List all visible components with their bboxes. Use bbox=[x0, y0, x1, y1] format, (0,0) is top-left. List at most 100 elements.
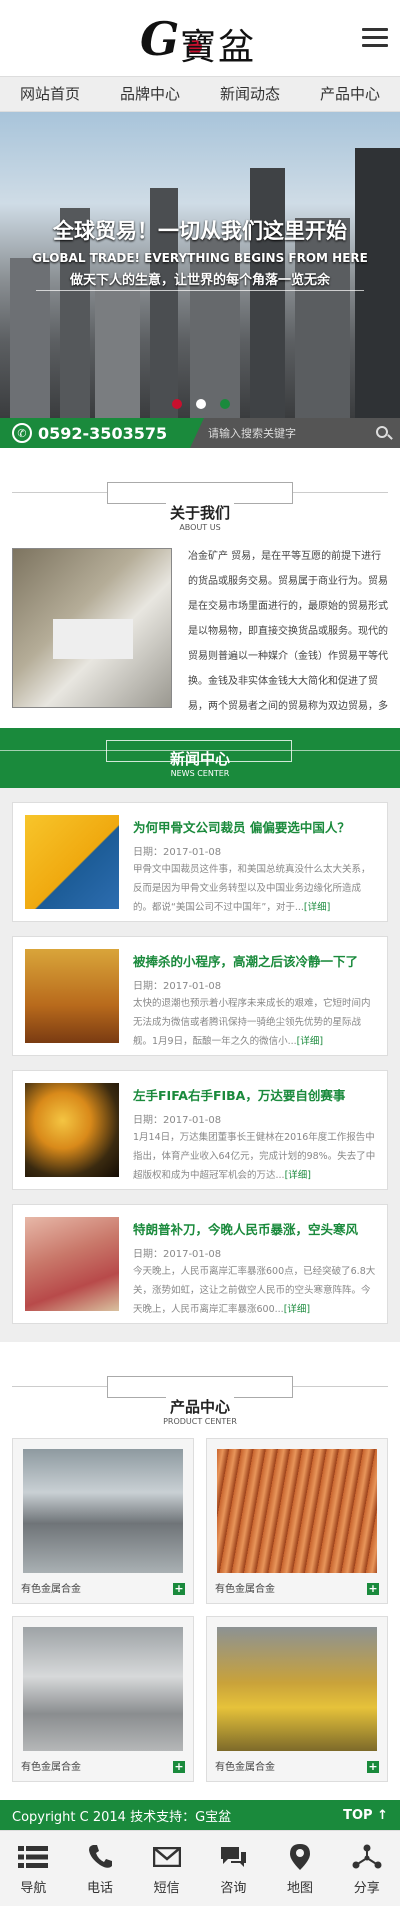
news-section-title: 新闻中心 NEWS CENTER bbox=[0, 728, 400, 788]
nav-item-home[interactable]: 网站首页 bbox=[0, 77, 100, 111]
news-item[interactable]: 特朗普补刀，今晚人民币暴涨，空头寒风 日期：2017-01-08 今天晚上，人民… bbox=[12, 1204, 388, 1324]
about-section: 冶金矿产 贸易，是在平等互愿的前提下进行的货品或服务交易。贸易属于商业行为。贸易… bbox=[0, 544, 400, 728]
more-link[interactable]: [详细] bbox=[304, 902, 330, 913]
product-label: 有色金属合金 bbox=[215, 1762, 275, 1773]
carousel-dot[interactable] bbox=[196, 399, 206, 409]
date-label: 日期： bbox=[133, 847, 163, 858]
product-label: 有色金属合金 bbox=[21, 1762, 81, 1773]
about-office-image bbox=[12, 548, 172, 708]
bottom-nav-sms[interactable]: 短信 bbox=[133, 1831, 200, 1906]
title-frame bbox=[107, 1376, 293, 1398]
news-subtitle: NEWS CENTER bbox=[170, 769, 230, 778]
phone-number: 0592-3503575 bbox=[38, 423, 168, 443]
news-item-date: 日期：2017-01-08 bbox=[133, 843, 221, 858]
contact-search-bar: ✆ 0592-3503575 bbox=[0, 418, 400, 448]
share-icon bbox=[333, 1843, 400, 1871]
news-title: 新闻中心 bbox=[169, 750, 230, 768]
products-section-title: 产品中心 PRODUCT CENTER bbox=[0, 1342, 400, 1438]
banner-building bbox=[250, 168, 285, 418]
news-item-title[interactable]: 特朗普补刀，今晚人民币暴涨，空头寒风 bbox=[133, 1219, 377, 1238]
nav-item-news[interactable]: 新闻动态 bbox=[200, 77, 300, 111]
carousel-dot[interactable] bbox=[172, 399, 182, 409]
phone-icon bbox=[67, 1843, 134, 1871]
date-value: 2017-01-08 bbox=[163, 981, 222, 992]
news-item-title[interactable]: 左手FIFA右手FIBA，万达要自创赛事 bbox=[133, 1085, 377, 1104]
bottom-nav-guide[interactable]: 导航 bbox=[0, 1831, 67, 1906]
search-input[interactable] bbox=[208, 426, 358, 440]
news-item[interactable]: 左手FIFA右手FIBA，万达要自创赛事 日期：2017-01-08 1月14日… bbox=[12, 1070, 388, 1190]
product-card[interactable]: 有色金属合金 + bbox=[206, 1616, 388, 1782]
about-subtitle: ABOUT US bbox=[179, 523, 221, 532]
product-label: 有色金属合金 bbox=[21, 1584, 81, 1595]
phone-icon: ✆ bbox=[12, 423, 32, 443]
plus-icon[interactable]: + bbox=[173, 1761, 185, 1773]
desc-text: 甲骨文中国裁员这件事，和美国总统真没什么太大关系，反而是因为甲骨文业务转型以及中… bbox=[133, 864, 371, 913]
logo[interactable]: G 寶盆 bbox=[140, 10, 260, 68]
back-to-top-button[interactable]: TOP ↑ bbox=[343, 1808, 388, 1823]
more-link[interactable]: [详细] bbox=[285, 1170, 311, 1181]
arrow-up-icon: ↑ bbox=[377, 1807, 388, 1823]
logo-letter: G bbox=[140, 12, 180, 66]
nav-item-brand[interactable]: 品牌中心 bbox=[100, 77, 200, 111]
logo-text: 寶盆 bbox=[180, 27, 257, 68]
bottom-nav-phone[interactable]: 电话 bbox=[67, 1831, 134, 1906]
search-box bbox=[190, 418, 400, 448]
news-item-title[interactable]: 为何甲骨文公司裁员 偏偏要选中国人？ bbox=[133, 817, 377, 836]
header: G 寶盆 bbox=[0, 0, 400, 76]
banner-building bbox=[95, 278, 140, 418]
phone-link[interactable]: ✆ 0592-3503575 bbox=[0, 418, 204, 448]
plus-icon[interactable]: + bbox=[367, 1761, 379, 1773]
more-link[interactable]: [详细] bbox=[297, 1036, 323, 1047]
about-text: 冶金矿产 贸易，是在平等互愿的前提下进行的货品或服务交易。贸易属于商业行为。贸易… bbox=[188, 551, 388, 712]
about-section-title: 关于我们 ABOUT US bbox=[0, 448, 400, 544]
date-value: 2017-01-08 bbox=[163, 1115, 222, 1126]
product-card[interactable]: 有色金属合金 + bbox=[12, 1616, 194, 1782]
mail-icon bbox=[133, 1843, 200, 1871]
hero-banner[interactable]: 全球贸易！一切从我们这里开始 GLOBAL TRADE! EVERYTHING … bbox=[0, 112, 400, 418]
desc-text: 太快的退潮也预示着小程序未来成长的艰难，它短时间内无法成为微信或者腾讯保持一骑绝… bbox=[133, 998, 371, 1047]
news-item-desc: 太快的退潮也预示着小程序未来成长的艰难，它短时间内无法成为微信或者腾讯保持一骑绝… bbox=[133, 994, 377, 1054]
bottom-nav-map[interactable]: 地图 bbox=[267, 1831, 334, 1906]
desc-text: 1月14日，万达集团董事长王健林在2016年度工作报告中指出，体育产业收入64亿… bbox=[133, 1132, 376, 1181]
date-value: 2017-01-08 bbox=[163, 847, 222, 858]
news-item-desc: 1月14日，万达集团董事长王健林在2016年度工作报告中指出，体育产业收入64亿… bbox=[133, 1128, 377, 1188]
news-item-desc: 甲骨文中国裁员这件事，和美国总统真没什么太大关系，反而是因为甲骨文业务转型以及中… bbox=[133, 860, 377, 920]
search-icon[interactable] bbox=[376, 426, 388, 438]
plus-icon[interactable]: + bbox=[173, 1583, 185, 1595]
footer: Copyright C 2014 技术支持：G宝盆 TOP ↑ bbox=[0, 1800, 400, 1830]
banner-subtitle-en: GLOBAL TRADE! EVERYTHING BEGINS FROM HER… bbox=[32, 251, 368, 265]
banner-divider bbox=[36, 290, 364, 291]
news-thumbnail bbox=[25, 949, 119, 1043]
bottom-nav-consult[interactable]: 咨询 bbox=[200, 1831, 267, 1906]
product-card[interactable]: 有色金属合金 + bbox=[206, 1438, 388, 1604]
bottom-nav-label: 导航 bbox=[20, 1881, 47, 1896]
date-label: 日期： bbox=[133, 1249, 163, 1260]
hamburger-menu-icon[interactable] bbox=[362, 28, 388, 48]
banner-title: 全球贸易！一切从我们这里开始 bbox=[53, 219, 347, 243]
desc-text: 今天晚上，人民币离岸汇率暴涨600点，已经突破了6.8大关，涨势如虹，这让之前做… bbox=[133, 1266, 376, 1315]
product-label: 有色金属合金 bbox=[215, 1584, 275, 1595]
carousel-dots bbox=[172, 399, 230, 409]
product-card[interactable]: 有色金属合金 + bbox=[12, 1438, 194, 1604]
news-thumbnail bbox=[25, 815, 119, 909]
products-section: 产品中心 PRODUCT CENTER 有色金属合金 + 有色金属合金 + 有色… bbox=[0, 1342, 400, 1800]
news-item-desc: 今天晚上，人民币离岸汇率暴涨600点，已经突破了6.8大关，涨势如虹，这让之前做… bbox=[133, 1262, 377, 1322]
carousel-dot-active[interactable] bbox=[220, 399, 230, 409]
products-subtitle: PRODUCT CENTER bbox=[163, 1417, 237, 1426]
news-item[interactable]: 为何甲骨文公司裁员 偏偏要选中国人？ 日期：2017-01-08 甲骨文中国裁员… bbox=[12, 802, 388, 922]
nav-item-products[interactable]: 产品中心 bbox=[300, 77, 400, 111]
banner-text: 全球贸易！一切从我们这里开始 GLOBAL TRADE! EVERYTHING … bbox=[0, 215, 400, 288]
bottom-nav-label: 地图 bbox=[287, 1881, 314, 1896]
list-icon bbox=[0, 1843, 67, 1871]
plus-icon[interactable]: + bbox=[367, 1583, 379, 1595]
main-nav: 网站首页 品牌中心 新闻动态 产品中心 bbox=[0, 76, 400, 112]
news-item[interactable]: 被捧杀的小程序，高潮之后该冷静一下了 日期：2017-01-08 太快的退潮也预… bbox=[12, 936, 388, 1056]
news-thumbnail bbox=[25, 1083, 119, 1177]
chat-icon bbox=[200, 1843, 267, 1871]
bottom-nav-share[interactable]: 分享 bbox=[333, 1831, 400, 1906]
news-section: 新闻中心 NEWS CENTER 为何甲骨文公司裁员 偏偏要选中国人？ 日期：2… bbox=[0, 728, 400, 1342]
more-link[interactable]: [详细] bbox=[284, 1304, 310, 1315]
product-image bbox=[217, 1627, 377, 1751]
news-item-title[interactable]: 被捧杀的小程序，高潮之后该冷静一下了 bbox=[133, 951, 377, 970]
date-value: 2017-01-08 bbox=[163, 1249, 222, 1260]
